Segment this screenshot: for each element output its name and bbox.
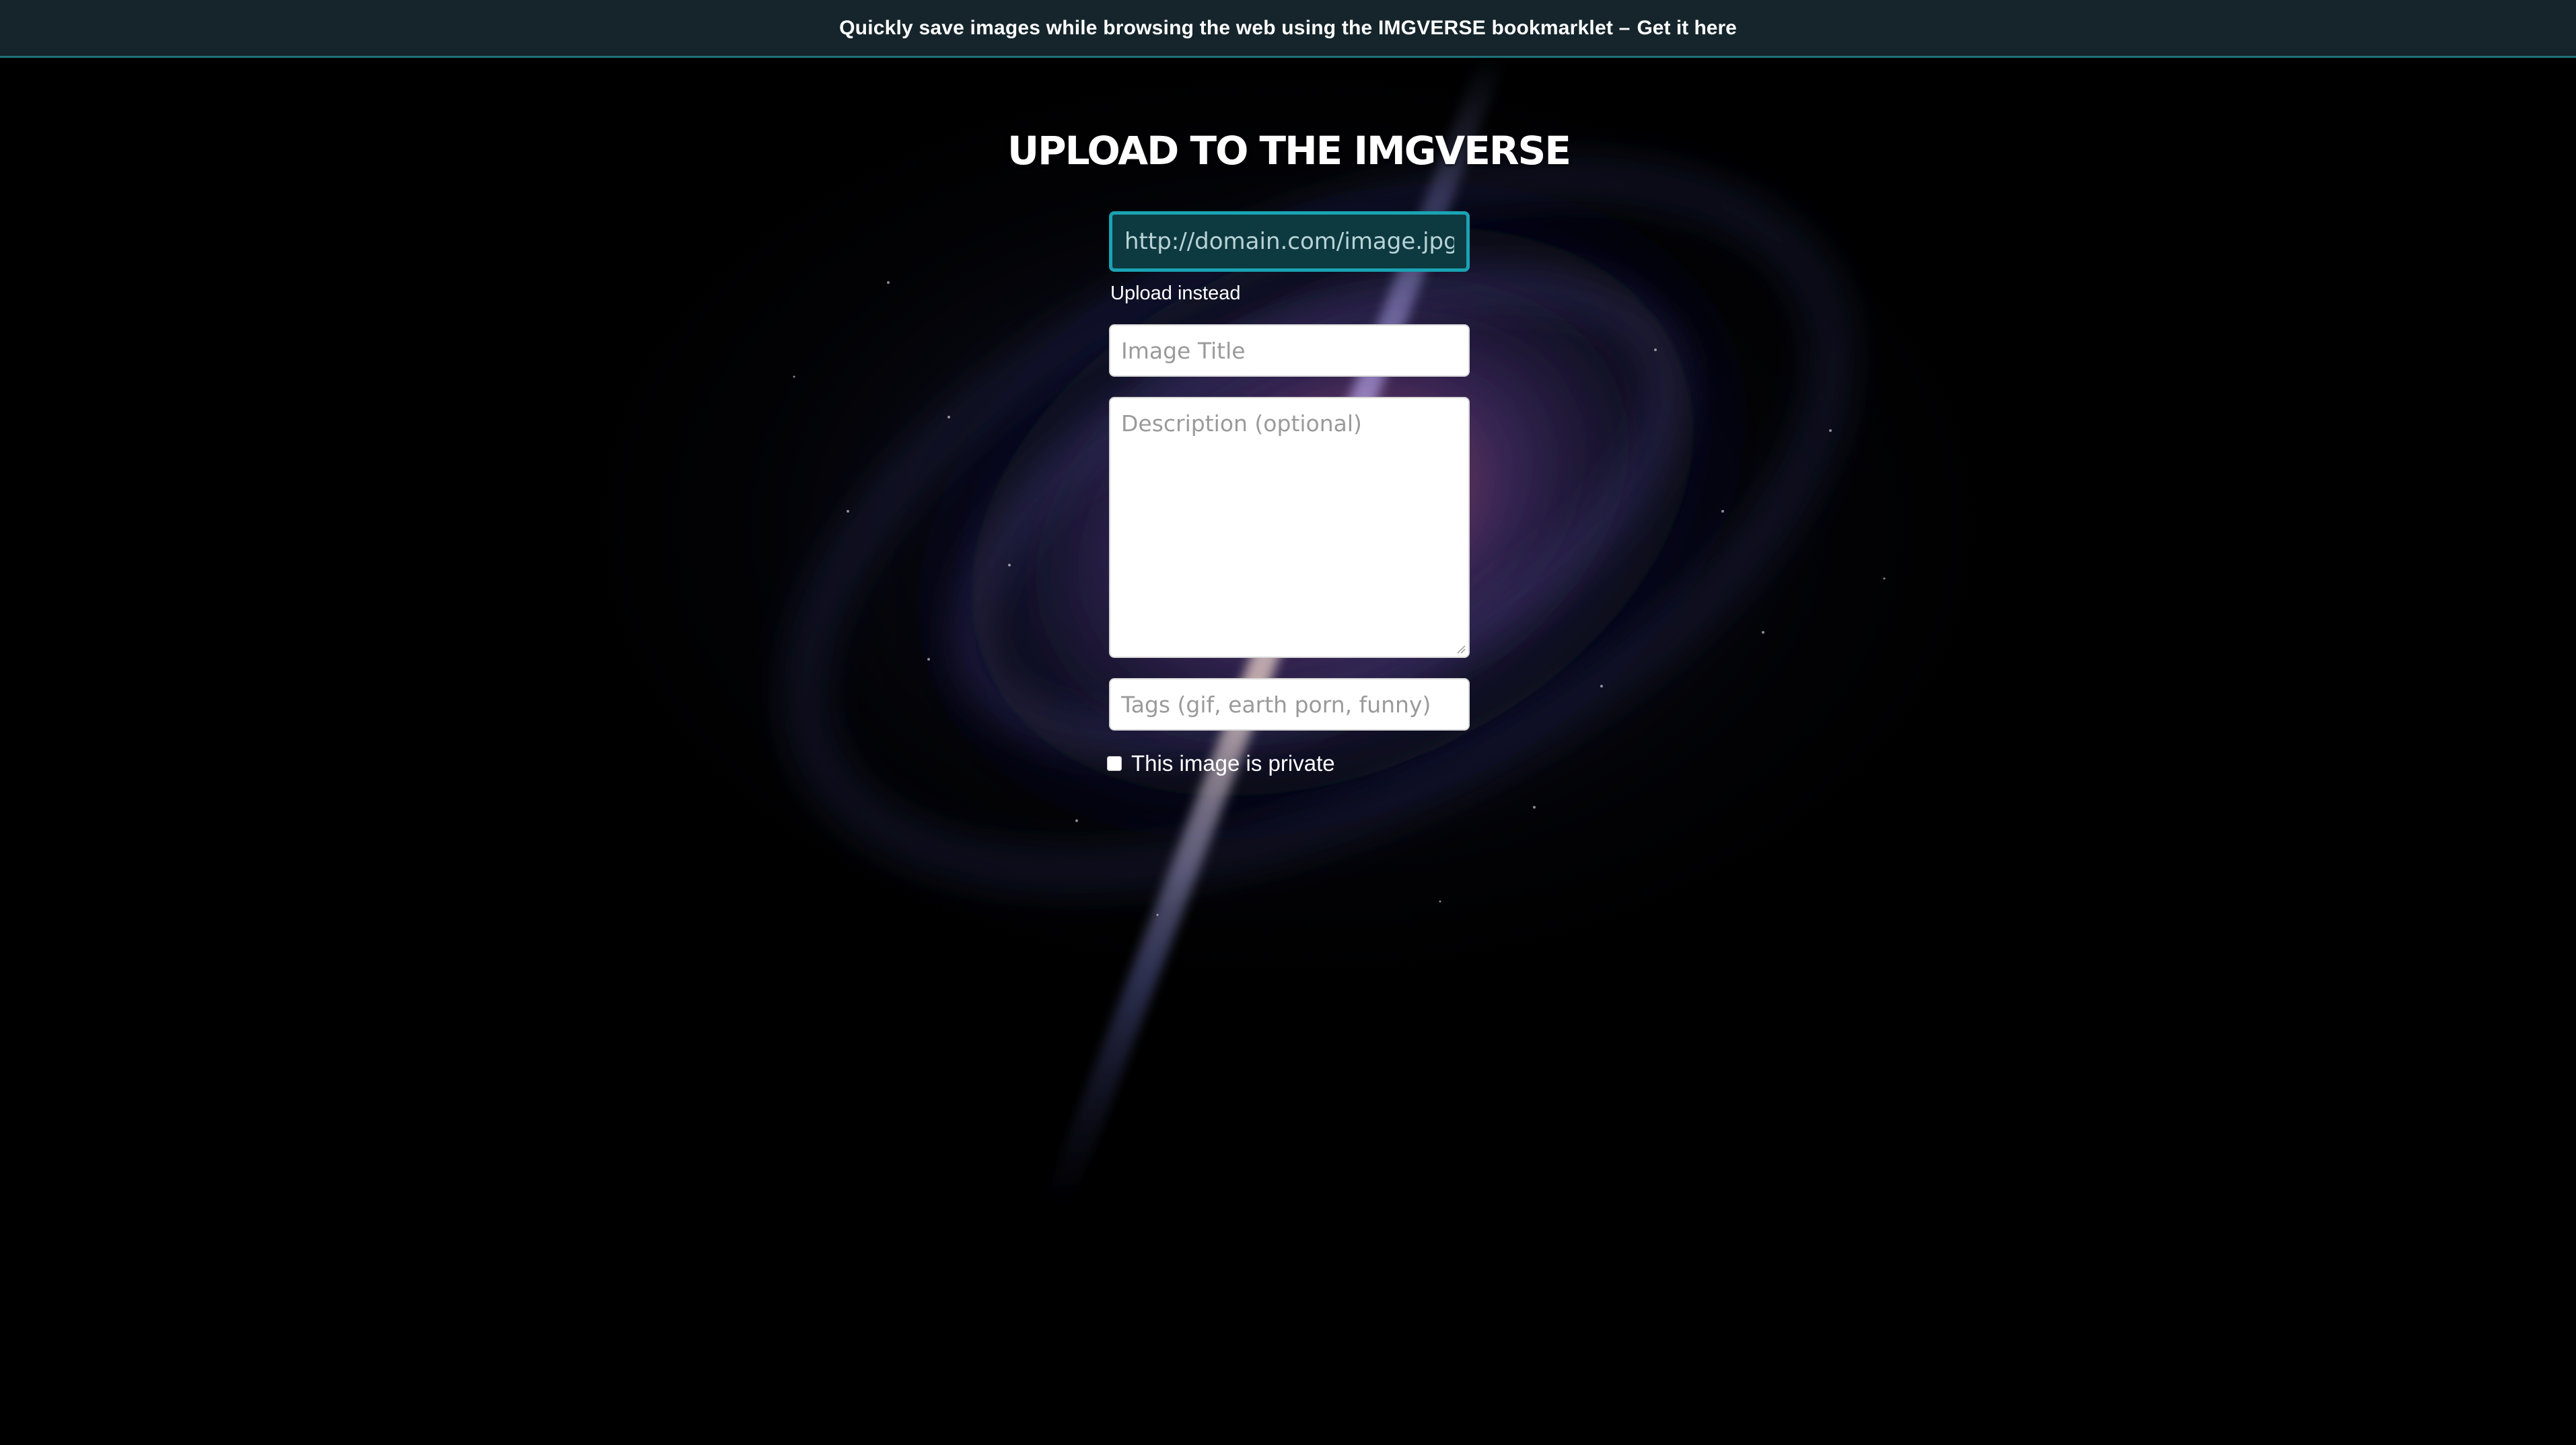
page-title: UPLOAD TO THE IMGVERSE — [1007, 128, 1571, 174]
image-url-input[interactable] — [1109, 211, 1470, 272]
resize-grip-icon[interactable] — [1456, 644, 1466, 654]
promo-banner-text: Quickly save images while browsing the w… — [839, 16, 1631, 39]
image-title-input[interactable] — [1109, 324, 1470, 377]
page: Quickly save images while browsing the w… — [0, 0, 2576, 1445]
get-bookmarklet-link[interactable]: Get it here — [1637, 17, 1736, 40]
private-checkbox-label[interactable]: This image is private — [1131, 751, 1335, 776]
description-textarea[interactable] — [1109, 397, 1470, 658]
promo-banner: Quickly save images while browsing the w… — [0, 0, 2576, 58]
private-option[interactable]: This image is private — [1107, 751, 1335, 776]
tags-input[interactable] — [1109, 678, 1470, 731]
private-checkbox[interactable] — [1107, 756, 1122, 771]
upload-instead-link[interactable]: Upload instead — [1110, 283, 1240, 305]
